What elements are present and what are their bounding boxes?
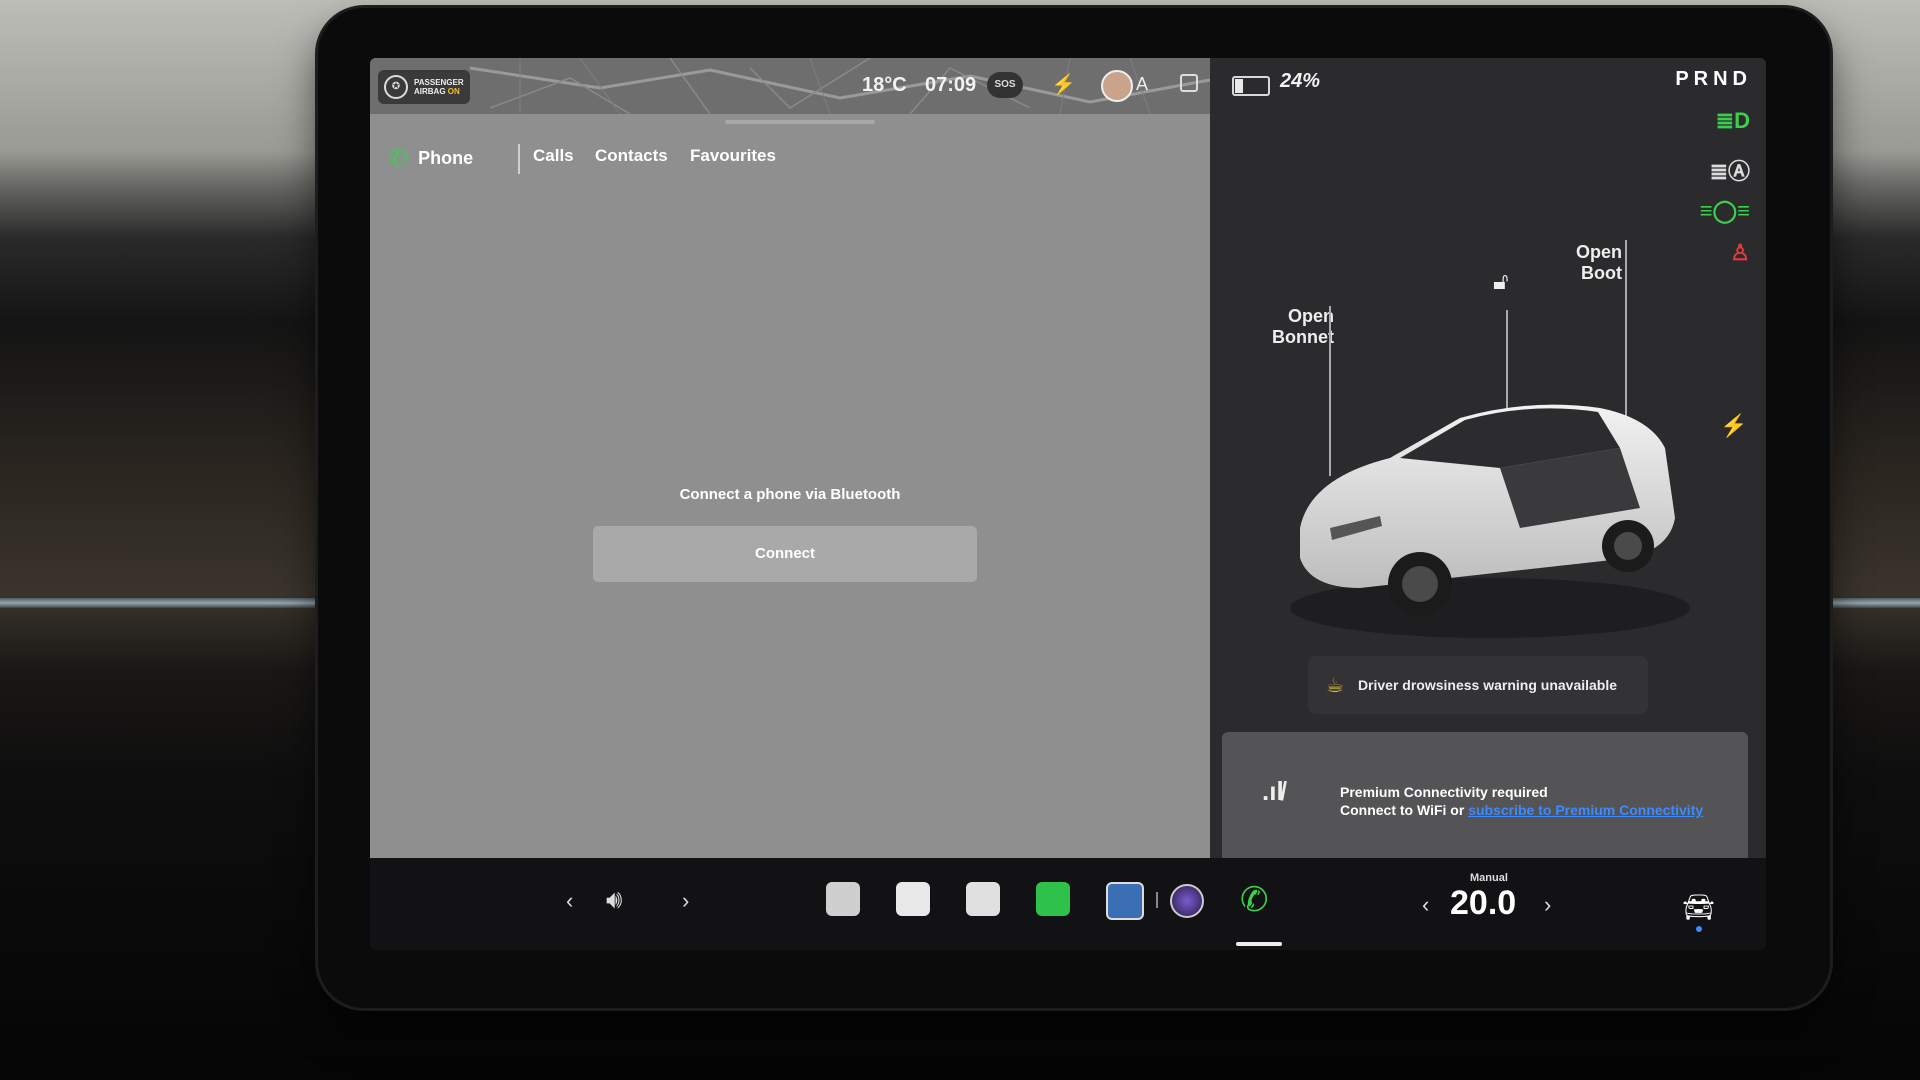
premium-title: Premium Connectivity required	[1340, 784, 1548, 800]
gear-indicator: PRND	[1675, 68, 1752, 90]
media-player-icon[interactable]	[826, 882, 860, 916]
profile-letter[interactable]: A	[1136, 74, 1148, 95]
airbag-line1: PASSENGER	[414, 78, 464, 87]
open-bonnet-button[interactable]: Open Bonnet	[1220, 306, 1334, 348]
tab-divider	[518, 144, 520, 174]
camera-app-icon[interactable]	[1170, 884, 1204, 918]
phone-dock-icon[interactable]: ✆	[1240, 880, 1269, 920]
temp-down-chevron-icon[interactable]: ‹	[1422, 892, 1429, 918]
manual-info-icon[interactable]	[966, 882, 1000, 916]
spotify-app-icon[interactable]	[1036, 882, 1070, 916]
car-controls-icon[interactable]: 🚘︎	[1682, 892, 1715, 923]
phone-app-title: ✆ Phone	[388, 138, 473, 178]
bluetooth-message: Connect a phone via Bluetooth	[679, 486, 901, 503]
tab-contacts[interactable]: Contacts	[595, 146, 668, 166]
clock: 07:09	[925, 74, 977, 96]
premium-connectivity-card: .ıl̸ Premium Connectivity required Conne…	[1222, 732, 1748, 862]
connect-prompt: Connect a phone via Bluetooth	[590, 486, 990, 503]
climate-mode: Manual	[1470, 872, 1508, 884]
lock-icon[interactable]	[1180, 74, 1198, 92]
airbag-icon: ✪	[384, 75, 408, 99]
battery-percent: 24%	[1280, 70, 1321, 92]
phone-panel: ✪ PASSENGER AIRBAG ON 18°C 07:09 SOS ⚡ A…	[370, 58, 1210, 858]
vehicle-panel: 24% PRND ≣D ≣Ⓐ ≡◯≡ ♙ Open Bonnet 🔓︎ Open…	[1210, 58, 1766, 862]
volume-up-chevron-icon[interactable]: ›	[682, 888, 689, 914]
drowsiness-warning: ☕︎ Driver drowsiness warning unavailable	[1308, 656, 1648, 714]
active-app-indicator	[1236, 942, 1282, 946]
charge-port-icon[interactable]: ⚡	[1720, 413, 1747, 439]
battery-fill	[1235, 79, 1243, 93]
sos-icon[interactable]: SOS	[987, 72, 1023, 98]
subscribe-link[interactable]: subscribe to Premium Connectivity	[1468, 802, 1703, 818]
low-beam-icon: ≣D	[1715, 108, 1750, 133]
map-roads	[469, 58, 1210, 114]
car-status-dot	[1696, 926, 1702, 932]
coffee-cup-icon: ☕︎	[1326, 674, 1344, 697]
premium-prefix: Connect to WiFi or	[1340, 802, 1469, 818]
outside-temperature: 18°C	[862, 74, 907, 96]
connect-button[interactable]: Connect	[593, 526, 977, 582]
tab-favourites[interactable]: Favourites	[690, 146, 776, 166]
airbag-state: ON	[447, 87, 460, 96]
phone-icon: ✆	[388, 144, 409, 172]
touchscreen: ✪ PASSENGER AIRBAG ON 18°C 07:09 SOS ⚡ A…	[370, 58, 1766, 950]
parking-lights-icon: ≡◯≡	[1699, 198, 1750, 223]
charging-bolt-icon: ⚡	[1051, 74, 1076, 96]
phone-title: Phone	[418, 147, 474, 168]
airbag-line2: AIRBAG	[414, 87, 446, 96]
open-bonnet-line1: Open	[1287, 306, 1334, 326]
tab-calls[interactable]: Calls	[533, 146, 574, 166]
volume-down-chevron-icon[interactable]: ‹	[566, 888, 573, 914]
temp-up-chevron-icon[interactable]: ›	[1544, 892, 1551, 918]
phone-tabs: ✆ Phone Calls Contacts Favourites	[370, 138, 1210, 184]
map-strip[interactable]: ✪ PASSENGER AIRBAG ON 18°C 07:09 SOS ⚡ A	[370, 58, 1210, 114]
battery-icon	[1232, 76, 1270, 96]
passenger-airbag-indicator: ✪ PASSENGER AIRBAG ON	[378, 70, 470, 104]
no-signal-icon: .ıl̸	[1262, 776, 1284, 806]
driver-profile-avatar[interactable]	[1101, 70, 1133, 102]
notes-icon[interactable]	[896, 882, 930, 916]
open-boot-line1: Open	[1575, 242, 1622, 262]
open-boot-button[interactable]: Open Boot	[1558, 242, 1622, 284]
auto-headlights-icon: ≣Ⓐ	[1709, 159, 1750, 184]
bottom-dock: ‹ 🔊︎ › ✆ Manual ‹ 20.0 › 🚘︎	[370, 858, 1766, 950]
seatbelt-warning-icon: ♙	[1730, 240, 1750, 265]
cabin-temperature[interactable]: 20.0	[1450, 884, 1516, 923]
open-boot-line2: Boot	[1581, 263, 1622, 283]
drag-handle[interactable]	[725, 120, 875, 124]
car-model-image[interactable]	[1270, 358, 1710, 658]
speaker-icon[interactable]: 🔊︎	[606, 884, 622, 916]
open-bonnet-line2: Bonnet	[1272, 327, 1334, 347]
app-launcher-icon[interactable]	[1106, 882, 1144, 920]
dock-divider	[1156, 892, 1158, 908]
unlock-icon[interactable]: 🔓︎	[1493, 268, 1509, 296]
drowsiness-text: Driver drowsiness warning unavailable	[1357, 677, 1618, 693]
